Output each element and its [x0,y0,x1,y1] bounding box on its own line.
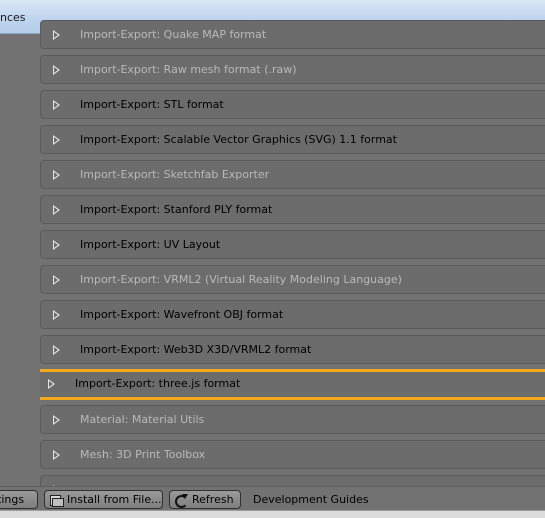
bottom-toolbar: tings Install from File... Refresh Devel… [0,486,545,510]
addon-row[interactable] [40,475,545,486]
addon-name: Import-Export: Web3D X3D/VRML2 format [80,343,312,356]
addon-row[interactable]: Import-Export: VRML2 (Virtual Reality Mo… [40,265,545,294]
folder-icon [49,494,64,507]
addon-row[interactable]: Import-Export: Wavefront OBJ format [40,300,545,329]
addon-name: Import-Export: Quake MAP format [80,28,267,41]
addon-name: Import-Export: three.js format [75,377,241,390]
addon-row[interactable]: Import-Export: Raw mesh format (.raw) [40,55,545,84]
addon-name: Import-Export: Sketchfab Exporter [80,168,270,181]
addon-name: Import-Export: Wavefront OBJ format [80,308,284,321]
addon-row[interactable]: Material: Material Utils [40,405,545,434]
addon-name: Import-Export: UV Layout [80,238,221,251]
addon-row[interactable]: Import-Export: three.js format [40,369,545,400]
install-from-file-label: Install from File... [67,493,162,506]
save-user-settings-label: tings [0,493,25,506]
addon-row[interactable]: Import-Export: UV Layout [40,230,545,259]
addon-row[interactable]: Import-Export: Web3D X3D/VRML2 format [40,335,545,364]
addon-row[interactable]: Import-Export: Stanford PLY format [40,195,545,224]
expand-triangle-icon[interactable] [53,100,60,110]
addon-row[interactable]: Import-Export: STL format [40,90,545,119]
expand-triangle-icon[interactable] [53,240,60,250]
expand-triangle-icon[interactable] [53,275,60,285]
refresh-icon [174,493,188,508]
addon-name: Import-Export: Scalable Vector Graphics … [80,133,397,146]
addon-name: Import-Export: Stanford PLY format [80,203,273,216]
addon-name: Material: Material Utils [80,413,205,426]
expand-triangle-icon[interactable] [53,30,60,40]
development-guides-link[interactable]: Development Guides [253,493,369,506]
save-user-settings-button[interactable]: tings [0,490,38,509]
expand-triangle-icon[interactable] [53,310,60,320]
expand-triangle-icon[interactable] [53,450,60,460]
addon-row[interactable]: Mesh: 3D Print Toolbox [40,440,545,469]
addon-name: Import-Export: VRML2 (Virtual Reality Mo… [80,273,402,286]
expand-triangle-icon[interactable] [53,205,60,215]
addon-row[interactable]: Import-Export: Sketchfab Exporter [40,160,545,189]
expand-triangle-icon[interactable] [53,65,60,75]
status-bar [0,510,545,518]
expand-triangle-icon[interactable] [53,170,60,180]
expand-triangle-icon[interactable] [48,379,55,389]
addon-row[interactable]: Import-Export: Quake MAP format [40,20,545,49]
expand-triangle-icon[interactable] [53,345,60,355]
addon-row[interactable]: Import-Export: Scalable Vector Graphics … [40,125,545,154]
window-title: nces [0,11,26,24]
refresh-button[interactable]: Refresh [169,490,241,509]
refresh-label: Refresh [192,493,234,506]
addon-list: Import-Export: Quake MAP format Import-Ex… [40,20,545,486]
expand-triangle-icon[interactable] [53,415,60,425]
addon-name: Mesh: 3D Print Toolbox [80,448,206,461]
addon-name: Import-Export: STL format [80,98,224,111]
expand-triangle-icon[interactable] [53,135,60,145]
install-from-file-button[interactable]: Install from File... [44,490,163,509]
preferences-window: nces Import-Export: Quake MAP format Impo… [0,0,545,518]
addon-name: Import-Export: Raw mesh format (.raw) [80,63,297,76]
category-panel [0,34,36,484]
